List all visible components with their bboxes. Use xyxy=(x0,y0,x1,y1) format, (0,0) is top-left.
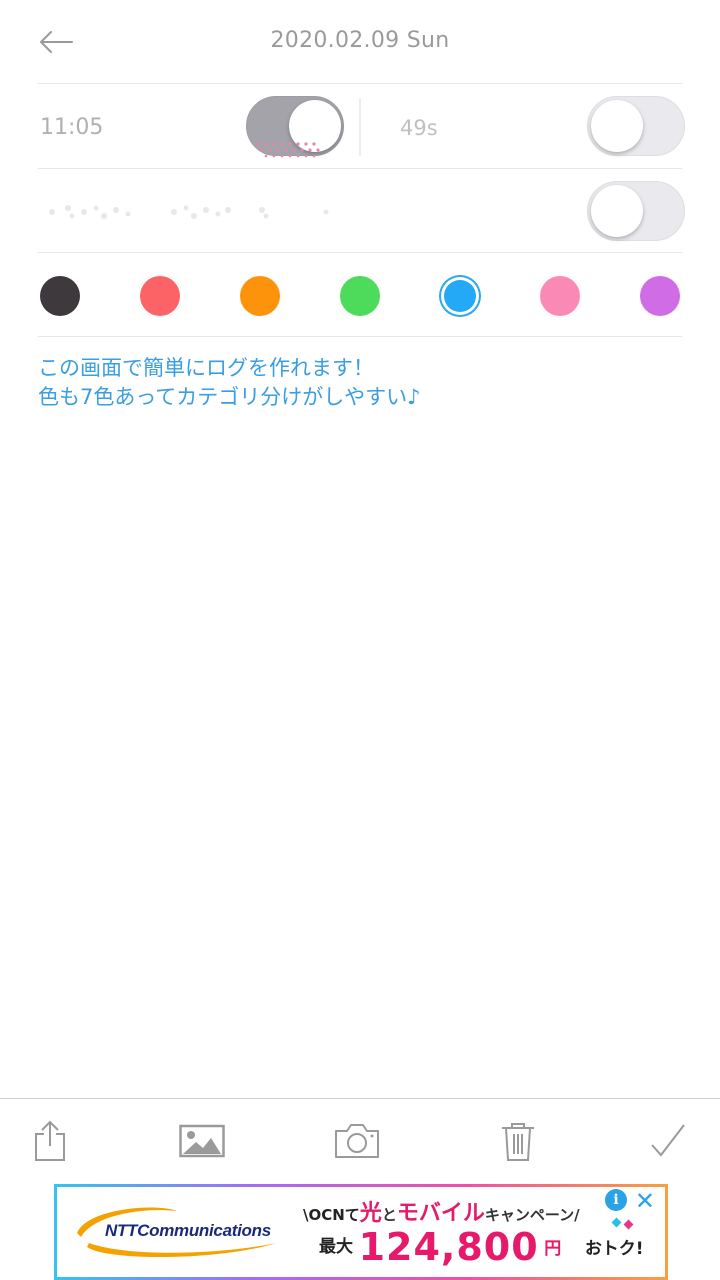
ad-content: NTTCommunications \OCNて光とモバイルキャンペーン/ 最大 … xyxy=(57,1187,665,1277)
color-swatch-orange[interactable] xyxy=(240,276,280,316)
image-icon xyxy=(179,1124,225,1158)
ad-headline-to: と xyxy=(381,1206,397,1224)
divider xyxy=(38,168,682,169)
ad-offer: 最大 124,800 円 おトク! xyxy=(319,1225,644,1269)
ad-headline-mobile: モバイル xyxy=(396,1201,485,1226)
color-swatch-green[interactable] xyxy=(340,276,380,316)
vertical-separator xyxy=(359,98,361,156)
color-swatch-blue[interactable] xyxy=(444,280,476,312)
color-swatch-purple[interactable] xyxy=(640,276,680,316)
ad-info-icon[interactable]: i xyxy=(605,1189,627,1211)
option-toggle[interactable] xyxy=(587,181,685,241)
toggle-knob xyxy=(591,100,643,152)
color-swatch-red[interactable] xyxy=(140,276,180,316)
time-toggle[interactable] xyxy=(246,96,344,156)
ad-offer-suffix: おトク! xyxy=(584,1239,644,1259)
trash-icon xyxy=(502,1123,534,1161)
ad-headline: \OCNて光とモバイルキャンペーン/ xyxy=(303,1195,580,1227)
ad-amount: 124,800 xyxy=(358,1225,539,1269)
ad-brand: NTTCommunications xyxy=(105,1221,271,1240)
bottom-toolbar xyxy=(0,1098,720,1182)
ad-close-icon[interactable]: ✕ xyxy=(635,1187,655,1215)
delete-button[interactable] xyxy=(496,1119,540,1163)
share-button[interactable] xyxy=(28,1119,72,1163)
ad-headline-hikari: 光 xyxy=(359,1201,382,1226)
color-swatch-pink[interactable] xyxy=(540,276,580,316)
divider xyxy=(38,252,682,253)
ad-yen: 円 xyxy=(544,1239,562,1259)
toggle-knob xyxy=(289,100,341,152)
confirm-button[interactable] xyxy=(646,1119,690,1163)
camera-button[interactable] xyxy=(333,1119,381,1163)
divider xyxy=(38,83,682,84)
page-title: 2020.02.09 Sun xyxy=(270,28,450,53)
toggle-knob xyxy=(591,185,643,237)
ad-banner[interactable]: NTTCommunications \OCNて光とモバイルキャンペーン/ 最大 … xyxy=(54,1184,668,1280)
note-text[interactable]: この画面で簡単にログを作れます！ 色も7色あってカテゴリ分けがしやすい♪ xyxy=(38,354,421,412)
share-icon xyxy=(35,1120,65,1161)
seconds-label: 49s xyxy=(400,116,438,140)
divider xyxy=(38,336,682,337)
color-swatch-black[interactable] xyxy=(40,276,80,316)
time-label: 11:05 xyxy=(40,115,104,140)
image-button[interactable] xyxy=(179,1119,225,1163)
ad-offer-prefix: 最大 xyxy=(319,1237,353,1257)
seconds-toggle[interactable] xyxy=(587,96,685,156)
camera-icon xyxy=(335,1124,379,1158)
ad-headline-prefix: \OCNて xyxy=(303,1206,360,1224)
blurred-label xyxy=(49,205,329,219)
ad-decoration-icon xyxy=(611,1217,634,1230)
ad-headline-campaign: キャンペーン/ xyxy=(484,1206,580,1224)
header: 2020.02.09 Sun xyxy=(0,0,720,84)
check-icon xyxy=(651,1124,685,1157)
